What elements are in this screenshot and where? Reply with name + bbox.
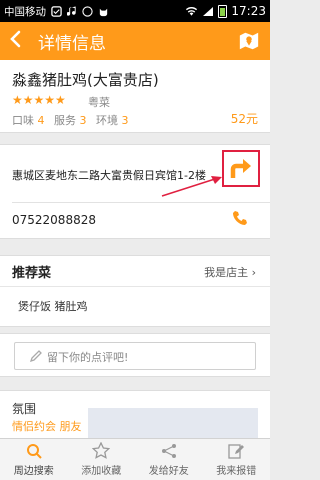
- back-arrow-icon: [10, 30, 21, 48]
- shop-name: 淼鑫猪肚鸡(大富贵店): [12, 71, 159, 89]
- edit-icon: [228, 444, 245, 459]
- pointer-arrow: [161, 176, 222, 197]
- notification-icon: [51, 5, 62, 17]
- atmosphere-title: 氛围: [12, 402, 37, 416]
- weather-icon: [82, 5, 93, 17]
- rating-stars: ★★★★★: [12, 93, 66, 107]
- app-header: 详情信息: [0, 22, 270, 60]
- recommend-title: 推荐菜: [12, 266, 52, 281]
- page-title: 详情信息: [38, 33, 106, 54]
- status-bar: 中国移动 17:23: [0, 0, 270, 22]
- score-row: 口味 4 服务 3 环境 3: [12, 112, 135, 128]
- owner-link[interactable]: 我是店主 ›: [204, 264, 256, 280]
- wifi-icon: [186, 6, 198, 16]
- cuisine-label: 粤菜: [88, 96, 110, 109]
- shop-info-card: 淼鑫猪肚鸡(大富贵店) ★★★★★ 粤菜 口味 4 服务 3 环境 3 52元: [0, 60, 270, 133]
- music-icon: [67, 5, 76, 16]
- tab-add-favorite[interactable]: 添加收藏: [68, 439, 136, 480]
- tab-nearby-search[interactable]: 周边搜索: [0, 439, 68, 480]
- tab-report-error[interactable]: 我来报错: [203, 439, 271, 480]
- signal-icon: [203, 6, 214, 16]
- score-taste-label: 口味: [12, 114, 34, 127]
- divider: [12, 202, 270, 203]
- phone-number[interactable]: 07522088828: [12, 213, 96, 227]
- cat-icon: [99, 8, 108, 16]
- bottom-tab-bar: 周边搜索 添加收藏 发给好友 我来报错: [0, 438, 270, 480]
- watermark-overlay: [88, 408, 258, 440]
- recommend-card: 推荐菜 我是店主 › 煲仔饭 猪肚鸡: [0, 255, 270, 327]
- score-environment-label: 环境: [96, 114, 118, 127]
- score-environment-value: 3: [121, 114, 129, 127]
- score-service-value: 3: [79, 114, 87, 127]
- atmosphere-value: 情侣约会 朋友: [12, 420, 82, 433]
- recommend-dishes: 煲仔饭 猪肚鸡: [18, 300, 88, 313]
- map-icon[interactable]: [238, 30, 260, 52]
- search-icon: [26, 444, 42, 459]
- score-service-label: 服务: [54, 114, 76, 127]
- highlight-box: [222, 150, 260, 187]
- comment-input[interactable]: 留下你的点评吧!: [14, 342, 256, 370]
- battery-icon: [218, 4, 228, 18]
- tab-label: 周边搜索: [13, 466, 54, 477]
- comment-placeholder: 留下你的点评吧!: [47, 351, 129, 364]
- carrier-label: 中国移动: [4, 5, 46, 18]
- phone-icon[interactable]: [232, 210, 248, 226]
- average-price: 52元: [230, 112, 258, 126]
- score-taste-value: 4: [37, 114, 45, 127]
- pen-icon: [29, 350, 42, 363]
- divider: [0, 286, 270, 287]
- tab-share-friend[interactable]: 发给好友: [135, 439, 203, 480]
- back-button[interactable]: [0, 29, 30, 53]
- tab-label: 添加收藏: [81, 466, 122, 477]
- tab-label: 我来报错: [216, 466, 257, 477]
- star-icon: [92, 442, 111, 459]
- clock: 17:23: [231, 4, 266, 18]
- share-icon: [161, 444, 176, 458]
- comment-card: 留下你的点评吧!: [0, 333, 270, 377]
- tab-label: 发给好友: [148, 466, 189, 477]
